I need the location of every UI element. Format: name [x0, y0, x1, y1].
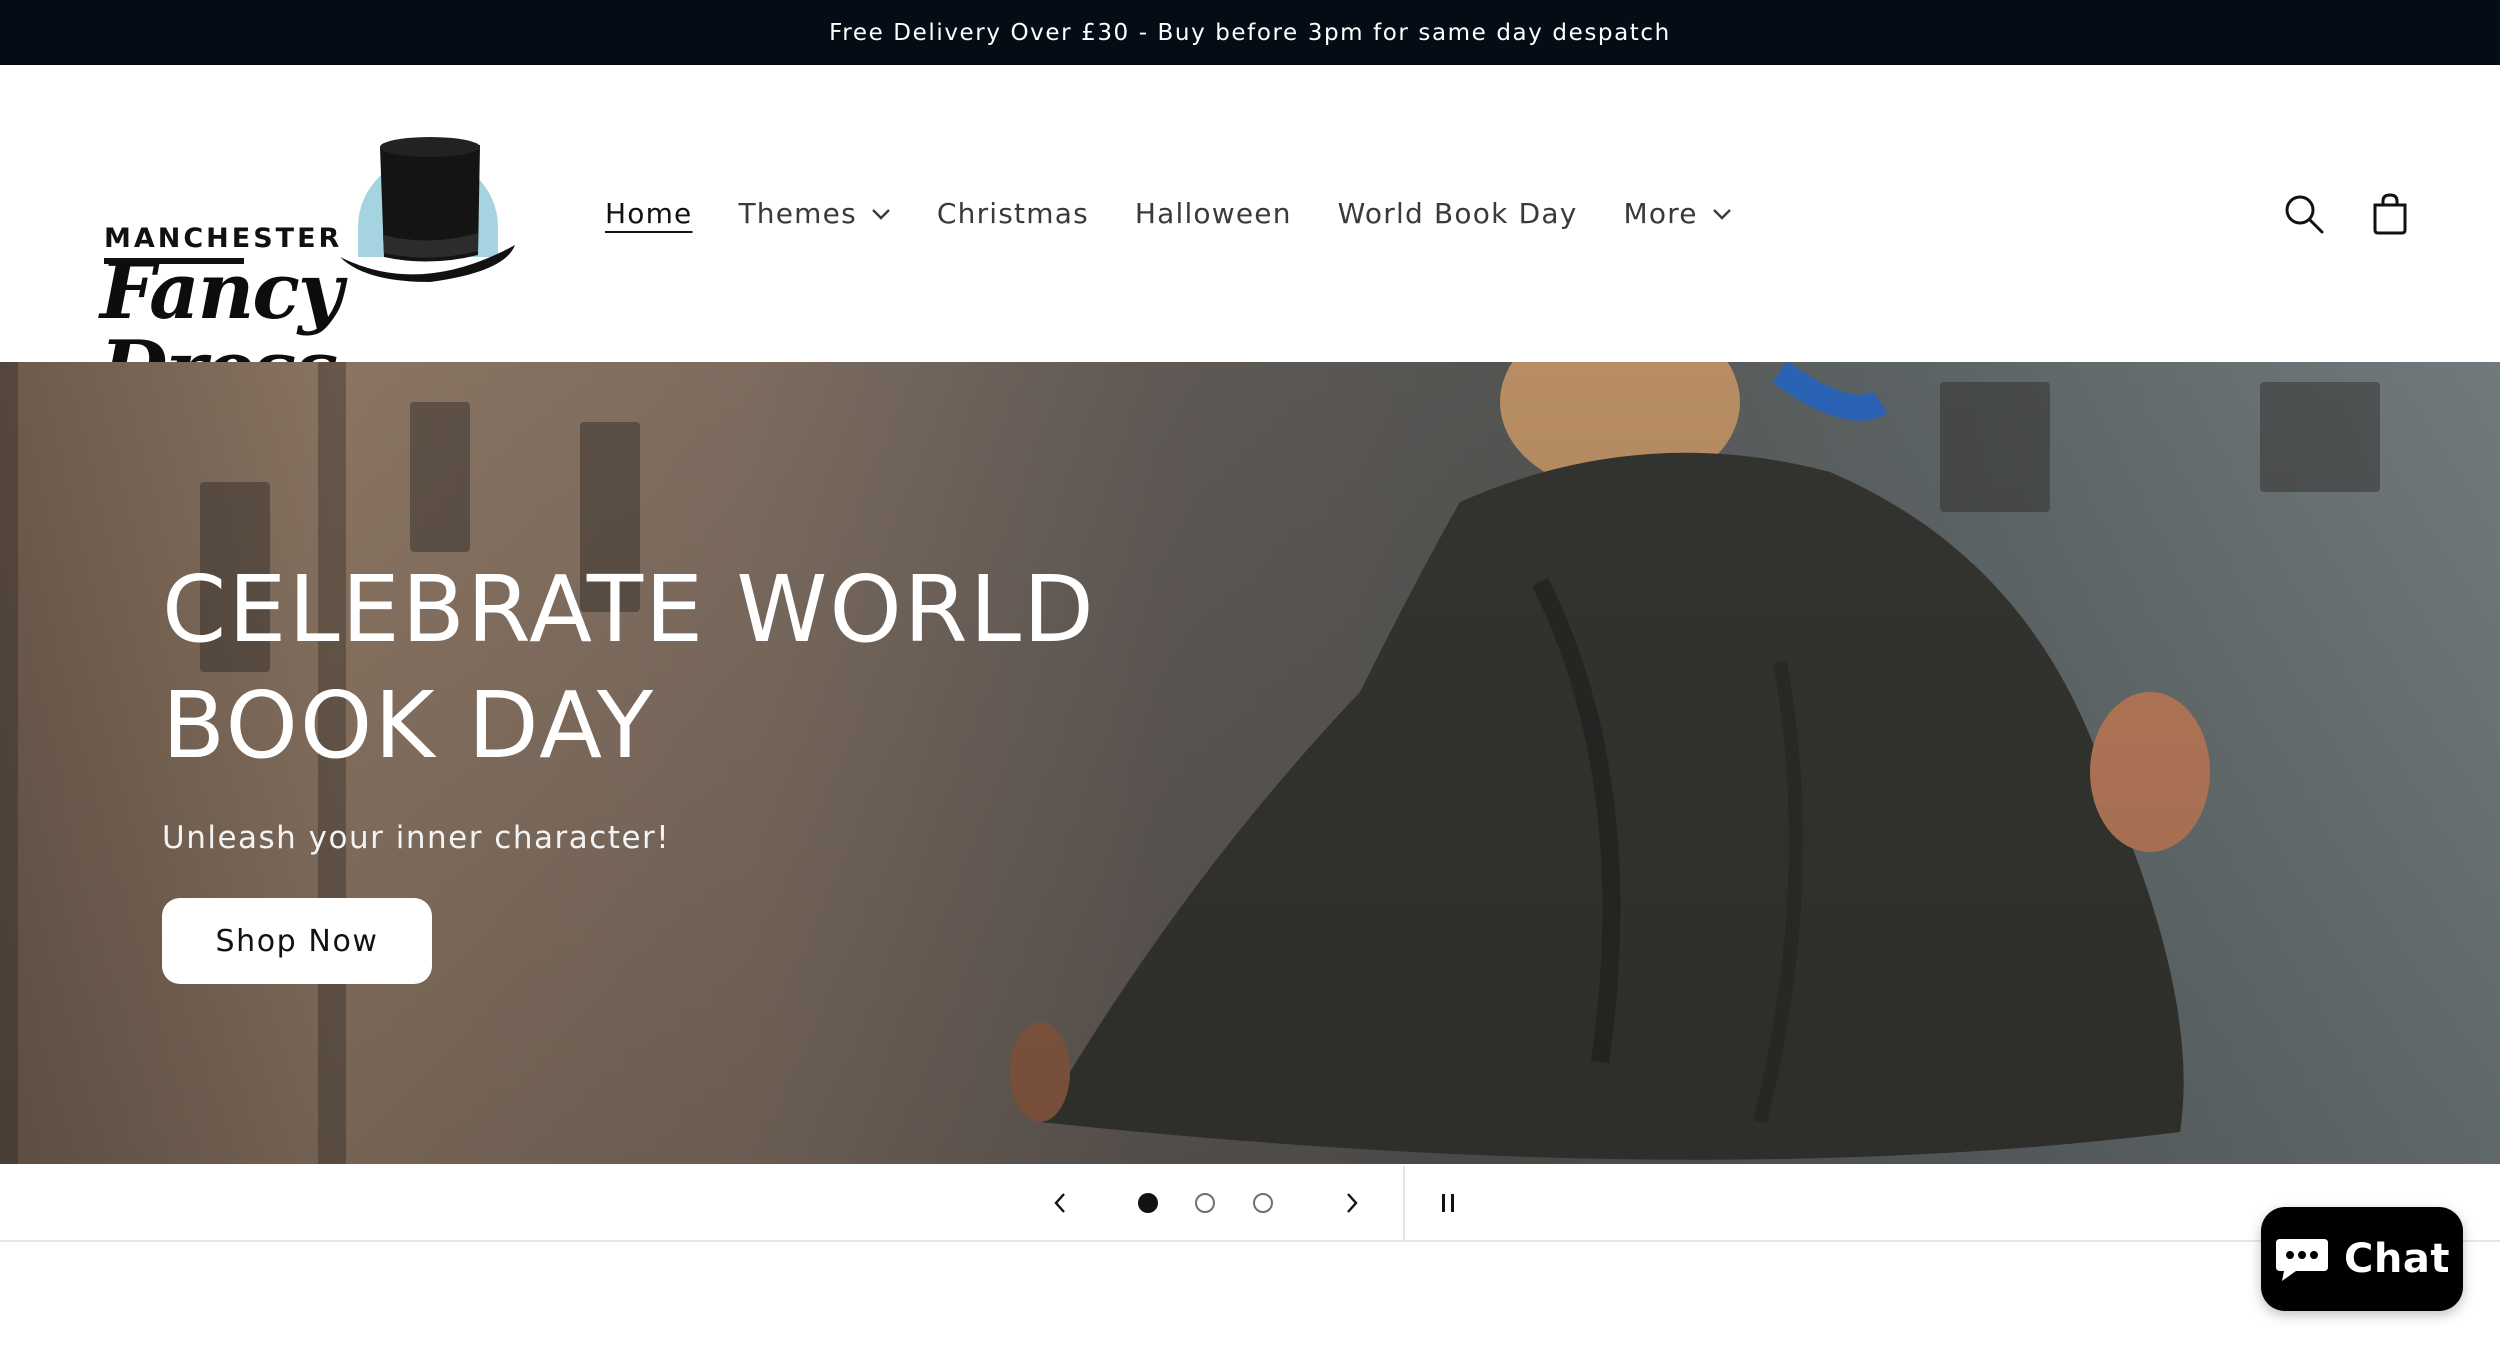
hero-subtitle: Unleash your inner character!	[162, 820, 671, 856]
slide-dot-3[interactable]	[1251, 1164, 1275, 1242]
nav-item-label: Christmas	[936, 197, 1089, 230]
chevron-down-icon	[1712, 208, 1731, 220]
cart-icon	[2373, 192, 2407, 234]
controls-divider	[1403, 1166, 1405, 1242]
hero-caption: CELEBRATE WORLD BOOK DAY Unleash your in…	[162, 552, 1262, 984]
header-actions	[2248, 65, 2420, 362]
shop-now-button[interactable]: Shop Now	[162, 898, 432, 984]
hero-title: CELEBRATE WORLD BOOK DAY	[162, 556, 1096, 779]
nav-item-more[interactable]: More	[1624, 197, 1732, 230]
nav-item-label: Themes	[738, 197, 857, 230]
chat-bubble-icon	[2276, 1239, 2329, 1281]
page: Free Delivery Over £30 - Buy before 3pm …	[0, 0, 2500, 1348]
slide-indicator	[1138, 1193, 1158, 1213]
site-header: MANCHESTER Fancy Dress Home Themes Chris…	[0, 65, 2500, 409]
nav-item-halloween[interactable]: Halloween	[1135, 197, 1292, 230]
chevron-right-icon	[1347, 1193, 1358, 1213]
slide-dot-2[interactable]	[1193, 1164, 1217, 1242]
site-logo[interactable]: MANCHESTER Fancy Dress	[100, 117, 530, 409]
pause-icon	[1442, 1194, 1454, 1212]
nav-item-label: World Book Day	[1337, 197, 1578, 230]
nav-item-label: Home	[605, 197, 693, 230]
chat-label: Chat	[2344, 1236, 2450, 1282]
chevron-down-icon	[872, 208, 890, 220]
slide-indicator	[1253, 1193, 1273, 1213]
next-slide-button[interactable]	[1330, 1164, 1374, 1242]
main-nav: Home Themes Christmas Halloween World Bo…	[605, 65, 1778, 362]
pause-slideshow-button[interactable]	[1428, 1164, 1468, 1242]
hero-banner: CELEBRATE WORLD BOOK DAY Unleash your in…	[0, 362, 2500, 1164]
search-button[interactable]	[2274, 184, 2334, 244]
nav-item-label: More	[1623, 197, 1698, 230]
nav-item-label: Halloween	[1134, 197, 1292, 230]
previous-slide-button[interactable]	[1038, 1164, 1082, 1242]
chat-button[interactable]: Chat	[2261, 1207, 2463, 1311]
cart-button[interactable]	[2360, 184, 2420, 244]
chevron-left-icon	[1054, 1193, 1065, 1213]
slide-dot-1[interactable]	[1136, 1164, 1160, 1242]
nav-item-world-book-day[interactable]: World Book Day	[1338, 197, 1578, 230]
announcement-bar: Free Delivery Over £30 - Buy before 3pm …	[0, 0, 2500, 65]
announcement-text: Free Delivery Over £30 - Buy before 3pm …	[829, 19, 1671, 46]
slide-indicator	[1195, 1193, 1215, 1213]
nav-item-home[interactable]: Home	[605, 197, 693, 230]
search-icon	[2285, 195, 2324, 233]
nav-item-themes[interactable]: Themes	[739, 197, 891, 230]
nav-item-christmas[interactable]: Christmas	[937, 197, 1089, 230]
slideshow-controls	[0, 1164, 2500, 1242]
